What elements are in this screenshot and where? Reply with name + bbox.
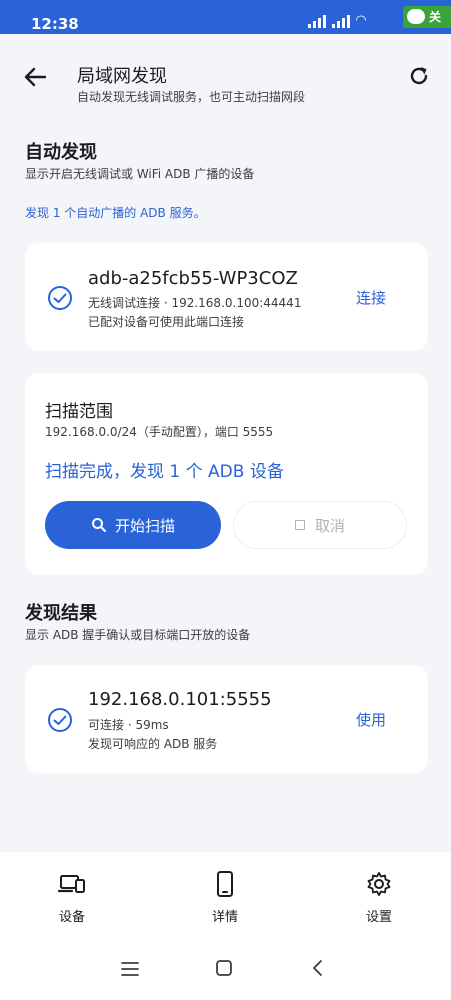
wechat-icon <box>407 9 425 24</box>
nav-label-settings: 设置 <box>365 910 392 925</box>
nav-item-devices[interactable]: 设备 <box>32 870 112 925</box>
auto-device-card[interactable]: adb-a25fcb55-WP3COZ 无线调试连接 · 192.168.0.1… <box>25 243 428 351</box>
use-button[interactable]: 使用 <box>356 709 386 730</box>
gear-icon <box>367 872 391 896</box>
signal-icon-2 <box>332 14 350 28</box>
nav-label-devices: 设备 <box>58 910 85 925</box>
page-title: 局域网发现 <box>77 66 167 87</box>
page-subtitle: 自动发现无线调试服务，也可主动扫描网段 <box>77 90 306 104</box>
nav-label-details: 详情 <box>211 910 238 925</box>
system-nav-bar <box>0 942 451 1000</box>
scan-card: 扫描范围 192.168.0.0/24（手动配置），端口 5555 扫描完成，发… <box>25 373 428 575</box>
status-time: 12:38 <box>31 15 79 33</box>
auto-discovery-title: 自动发现 <box>25 142 97 163</box>
wifi-icon: ◠ <box>356 13 366 28</box>
phone-icon <box>217 871 233 897</box>
start-scan-button[interactable]: 开始扫描 <box>45 501 221 549</box>
scan-range-value: 192.168.0.0/24（手动配置），端口 5555 <box>45 425 274 439</box>
wechat-notification[interactable]: 关 <box>403 6 451 28</box>
status-icons: ◠ <box>308 14 366 28</box>
scan-range-title: 扫描范围 <box>45 402 113 422</box>
status-bar: 12:38 ◠ 关 <box>0 0 451 34</box>
signal-icon <box>308 14 326 28</box>
menu-icon[interactable] <box>115 956 145 986</box>
result-device-address: 192.168.0.101:5555 <box>88 689 272 710</box>
device-connection-info: 无线调试连接 · 192.168.0.100:44441 <box>88 296 302 310</box>
cancel-scan-label: 取消 <box>314 516 345 535</box>
home-icon[interactable] <box>209 956 239 986</box>
check-circle-icon <box>48 708 72 732</box>
start-scan-label: 开始扫描 <box>114 516 175 535</box>
nav-item-details[interactable]: 详情 <box>185 870 265 925</box>
results-title: 发现结果 <box>25 603 97 624</box>
result-device-card[interactable]: 192.168.0.101:5555 可连接 · 59ms 发现可响应的 ADB… <box>25 665 428 773</box>
result-device-note: 发现可响应的 ADB 服务 <box>88 737 218 751</box>
stop-icon <box>294 520 305 530</box>
bottom-nav: 设备 详情 设置 <box>0 852 451 942</box>
back-arrow-icon[interactable] <box>20 64 50 94</box>
refresh-icon[interactable] <box>404 64 434 94</box>
result-device-latency: 可连接 · 59ms <box>88 718 169 732</box>
device-note: 已配对设备可使用此端口连接 <box>88 315 245 329</box>
connect-button[interactable]: 连接 <box>356 287 386 308</box>
check-circle-icon <box>48 286 72 310</box>
device-name: adb-a25fcb55-WP3COZ <box>88 268 298 289</box>
scan-status-text: 扫描完成，发现 1 个 ADB 设备 <box>45 462 284 482</box>
back-nav-icon[interactable] <box>303 956 333 986</box>
auto-discovery-subtitle: 显示开启无线调试或 WiFi ADB 广播的设备 <box>25 167 255 181</box>
results-subtitle: 显示 ADB 握手确认或目标端口开放的设备 <box>25 628 251 642</box>
nav-item-settings[interactable]: 设置 <box>339 870 419 925</box>
wechat-label: 关 <box>429 10 442 24</box>
devices-icon <box>58 875 85 893</box>
cancel-scan-button[interactable]: 取消 <box>233 501 407 549</box>
search-icon <box>91 518 107 533</box>
app-bar: 局域网发现 自动发现无线调试服务，也可主动扫描网段 <box>0 34 451 124</box>
auto-discovery-found-text: 发现 1 个自动广播的 ADB 服务。 <box>25 206 206 220</box>
